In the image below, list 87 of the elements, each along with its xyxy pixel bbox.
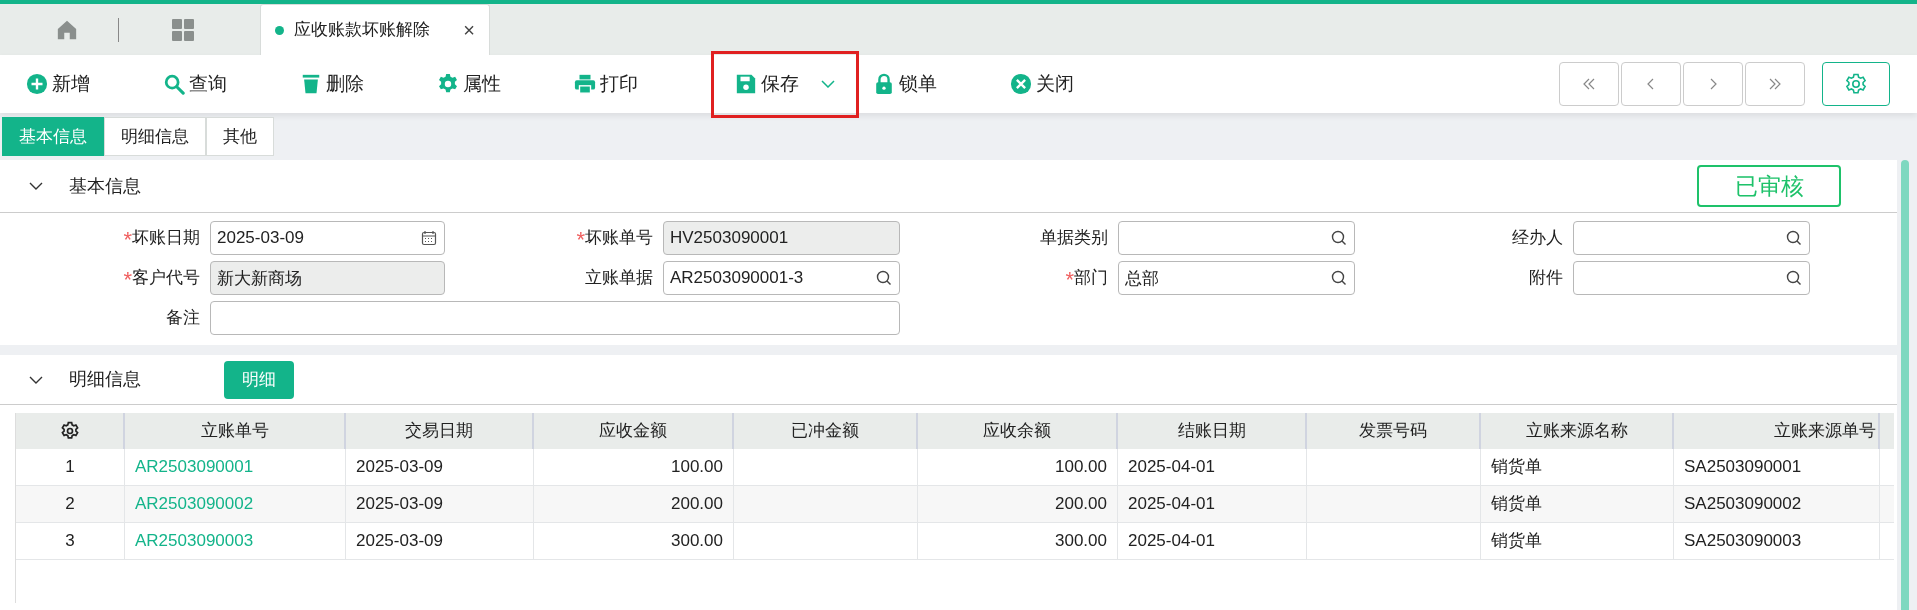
previous-button[interactable]: [1621, 62, 1681, 106]
close-icon[interactable]: ×: [463, 15, 475, 45]
tab-label: 应收账款坏账解除: [294, 19, 430, 42]
table-cell-text: SA2503090001: [1684, 456, 1802, 479]
next-button[interactable]: [1683, 62, 1743, 106]
field-label: 部门: [1074, 267, 1108, 290]
close-icon: [1010, 73, 1032, 95]
double-chevron-left-icon: [1582, 77, 1596, 91]
calendar-icon: [421, 230, 437, 246]
field-label: 坏账单号: [585, 227, 653, 250]
lookup-field[interactable]: 总部: [1118, 261, 1355, 295]
table-cell-text: SA2503090003: [1684, 530, 1802, 553]
section-tab[interactable]: 其他: [206, 117, 274, 156]
row-number: 3: [16, 523, 125, 559]
table-cell-text: 2025-04-01: [1128, 530, 1215, 553]
field-label: 附件: [1529, 267, 1563, 290]
scrollbar[interactable]: [1901, 160, 1909, 610]
table-cell-text: SA2503090002: [1684, 493, 1802, 516]
printer-icon: [574, 73, 596, 95]
lookup-field[interactable]: AR2503090001-3: [663, 261, 900, 295]
gear-icon: [437, 73, 459, 95]
field-label: 客户代号: [132, 267, 200, 290]
field-label: 坏账日期: [132, 227, 200, 250]
table-cell-text: 100.00: [1055, 456, 1107, 479]
table-cell-text: 300.00: [671, 530, 723, 553]
field-label: 备注: [166, 307, 200, 330]
lookup-field[interactable]: [1573, 221, 1810, 255]
section-title: 明细信息: [69, 368, 142, 391]
settings-button[interactable]: [1822, 62, 1890, 106]
search-icon: [1331, 270, 1347, 286]
search-icon: [163, 73, 185, 95]
gear-icon: [59, 421, 80, 441]
table-cell-text: 2025-04-01: [1128, 456, 1215, 479]
table-cell-text: 销货单: [1491, 493, 1542, 516]
required-mark: *: [123, 269, 132, 291]
table-cell-text: 300.00: [1055, 530, 1107, 553]
chevron-down-icon[interactable]: [29, 182, 43, 190]
settings-icon: [1844, 72, 1868, 96]
lock-button[interactable]: 锁单: [873, 69, 937, 99]
plus-icon: [26, 73, 48, 95]
required-mark: *: [123, 229, 132, 251]
row-number: 2: [16, 486, 125, 522]
field-label: 单据类别: [1040, 227, 1108, 250]
search-icon: [876, 270, 892, 286]
required-mark: *: [1065, 269, 1074, 291]
row-number: 1: [16, 449, 125, 485]
input-field[interactable]: 新大新商场: [210, 261, 445, 295]
table-cell-text: 销货单: [1491, 456, 1542, 479]
add-button[interactable]: 新增: [26, 69, 90, 99]
date-field[interactable]: 2025-03-09: [210, 221, 445, 255]
table-cell-text: 2025-04-01: [1128, 493, 1215, 516]
table-cell-text: 2025-03-09: [356, 493, 443, 516]
input-field[interactable]: [210, 301, 900, 335]
close-button[interactable]: 关闭: [1010, 69, 1074, 99]
required-mark: *: [576, 229, 585, 251]
table-cell-text: 200.00: [671, 493, 723, 516]
trash-icon: [300, 73, 322, 95]
field-label: 经办人: [1512, 227, 1563, 250]
caret-icon: [821, 80, 835, 88]
search-icon: [1786, 270, 1802, 286]
field-label: 立账单据: [585, 267, 653, 290]
table-cell-text: 100.00: [671, 456, 723, 479]
search-button[interactable]: 查询: [163, 69, 227, 99]
search-icon: [1786, 230, 1802, 246]
status-badge: 已审核: [1697, 165, 1841, 207]
delete-button[interactable]: 删除: [300, 69, 364, 99]
chevron-down-icon[interactable]: [29, 375, 43, 384]
last-page-button[interactable]: [1745, 62, 1805, 106]
section-title: 基本信息: [69, 174, 141, 198]
lookup-field[interactable]: [1118, 221, 1355, 255]
table-cell-text: 2025-03-09: [356, 456, 443, 479]
settings-button[interactable]: 属性: [437, 69, 501, 99]
grid-icon[interactable]: [171, 17, 195, 42]
print-button[interactable]: 打印: [574, 69, 638, 99]
table-cell-text: 2025-03-09: [356, 530, 443, 553]
table-cell-text: 200.00: [1055, 493, 1107, 516]
document-tab[interactable]: 应收账款坏账解除 ×: [260, 4, 490, 55]
table-cell-text: 销货单: [1491, 530, 1542, 553]
input-field[interactable]: HV2503090001: [663, 221, 900, 255]
home-icon[interactable]: [56, 18, 78, 41]
search-icon: [1331, 230, 1347, 246]
double-chevron-right-icon: [1768, 77, 1782, 91]
first-page-button[interactable]: [1559, 62, 1619, 106]
lookup-field[interactable]: [1573, 261, 1810, 295]
lock-icon: [873, 73, 895, 95]
save-button[interactable]: 保存: [735, 69, 799, 99]
section-tab[interactable]: 明细信息: [104, 117, 206, 156]
